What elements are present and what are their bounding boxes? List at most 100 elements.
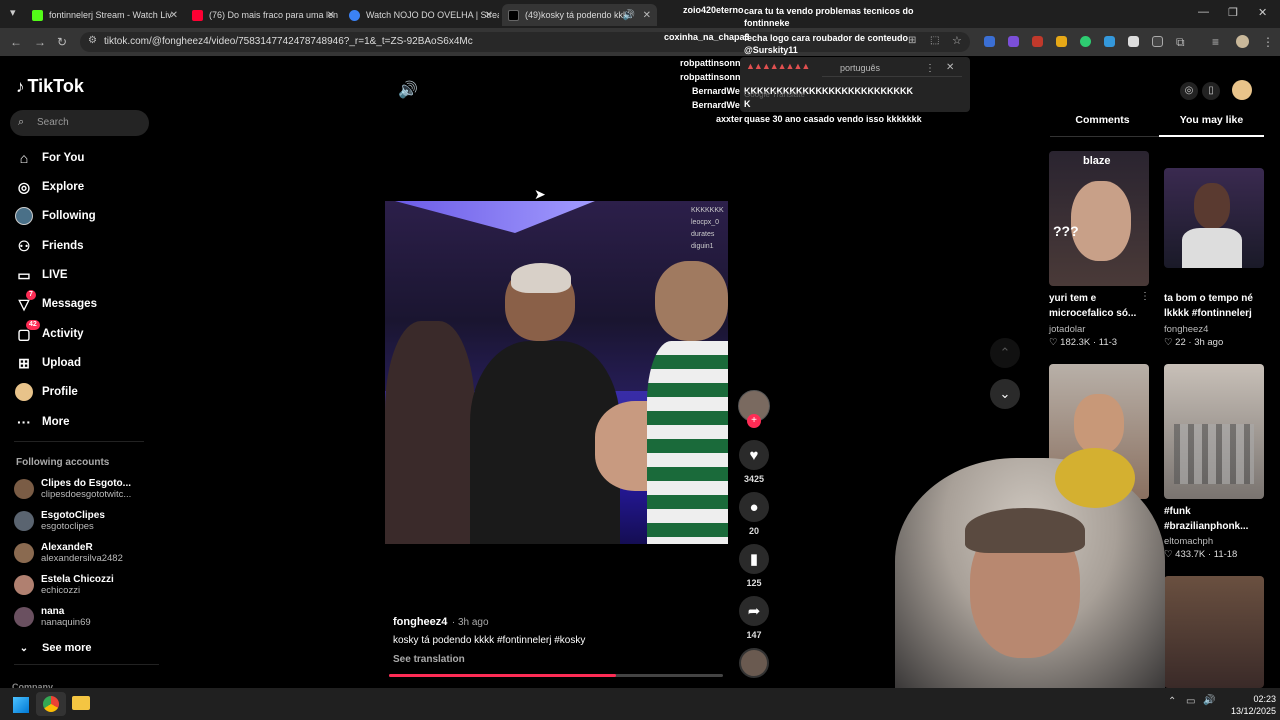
clock[interactable]: 02:23 13/12/2025 [1226, 693, 1276, 717]
scroll-up-button[interactable]: ⌃ [990, 338, 1020, 368]
restore-icon[interactable]: ❐ [1228, 6, 1238, 19]
chrome-menu-icon[interactable]: ⋮ [1262, 35, 1274, 49]
speaker-icon[interactable]: 🔊 [623, 10, 635, 21]
tray-overflow-icon[interactable]: ⌃ [1168, 696, 1176, 707]
bookmark-star-icon[interactable]: ☆ [952, 34, 962, 47]
sound-disc-button[interactable] [736, 648, 772, 678]
compass-icon[interactable]: ◎ [1180, 82, 1198, 100]
following-account[interactable]: EsgotoClipes esgotoclipes [14, 506, 105, 536]
chat-message: cara tu ta vendo problemas tecnicos do f… [744, 6, 914, 28]
see-more-button[interactable]: ⌄ See more [14, 636, 92, 660]
video-progress-bar[interactable] [389, 674, 723, 677]
windows-start-icon[interactable] [13, 697, 29, 713]
card-caption[interactable]: yuri tem e microcefalico só... [1049, 291, 1141, 321]
following-account[interactable]: nana nanaquin69 [14, 602, 91, 632]
tab-search-icon[interactable]: ▾ [10, 6, 16, 19]
see-translation-link[interactable]: See translation [393, 654, 465, 665]
search-input[interactable]: ⌕ Search [10, 110, 149, 136]
minimize-icon[interactable]: — [1198, 6, 1209, 18]
video-thumbnail[interactable] [1164, 576, 1264, 688]
nav-explore[interactable]: ◎ Explore [14, 175, 84, 199]
close-icon[interactable]: ✕ [327, 10, 335, 21]
card-author[interactable]: jotadolar [1049, 324, 1085, 335]
extension-icon[interactable] [1056, 36, 1067, 47]
scroll-down-button[interactable]: ⌄ [990, 379, 1020, 409]
extension-icon[interactable] [1080, 36, 1091, 47]
heart-icon: ♡ [1164, 337, 1176, 348]
reload-icon[interactable]: ↻ [57, 35, 67, 49]
like-count: 3425 [743, 474, 765, 484]
like-button[interactable]: ♥ 3425 [736, 440, 772, 484]
extension-icon[interactable] [1152, 36, 1163, 47]
kebab-menu-icon[interactable]: ⋮ [925, 63, 935, 74]
stream-favicon-icon [349, 9, 360, 21]
card-author[interactable]: eltomachph [1164, 536, 1213, 547]
following-account[interactable]: Estela Chicozzi echicozzi [14, 570, 114, 600]
extension-icon[interactable] [1008, 36, 1019, 47]
nav-label: Upload [42, 357, 81, 369]
extension-icon[interactable] [1128, 36, 1139, 47]
browser-tab[interactable]: (76) Do mais fraco para uma len ✕ [186, 4, 341, 26]
file-explorer-icon[interactable] [72, 696, 90, 710]
share-button[interactable]: ➦ 147 [736, 596, 772, 640]
close-icon[interactable]: ✕ [485, 10, 493, 21]
extension-icon[interactable] [984, 36, 995, 47]
nav-for-you[interactable]: ⌂ For You [14, 146, 85, 170]
extension-icon[interactable] [1032, 36, 1043, 47]
video-author[interactable]: fongheez4 [393, 616, 447, 628]
taskbar-chrome-button[interactable] [36, 692, 66, 716]
save-button[interactable]: ▮ 125 [736, 544, 772, 588]
phone-icon[interactable]: ▯ [1202, 82, 1220, 100]
thumbnail-face [1071, 181, 1131, 261]
target-language[interactable]: português [840, 63, 880, 73]
card-likes: 433.7K [1175, 549, 1206, 560]
nav-following[interactable]: Following [14, 204, 96, 228]
browser-tab[interactable]: Watch NOJO DO OVELHA | Strea ✕ [343, 4, 499, 26]
account-avatar [14, 479, 34, 499]
profile-avatar[interactable] [1232, 80, 1252, 100]
install-icon[interactable]: ⬚ [930, 35, 939, 46]
kebab-menu-icon[interactable]: ⋮ [1140, 291, 1150, 302]
card-caption[interactable]: ta bom o tempo né lkkkk #fontinnelerj [1164, 291, 1272, 321]
extension-icon[interactable] [1104, 36, 1115, 47]
video-player[interactable]: KKKKKKK leocpx_0 durates diguin1 [385, 201, 728, 544]
close-icon[interactable]: ✕ [643, 10, 651, 21]
back-icon[interactable]: ← [10, 35, 22, 49]
site-info-icon[interactable]: ⚙ [88, 35, 97, 46]
creator-avatar-button[interactable]: + [736, 390, 772, 428]
nav-more[interactable]: ··· More [14, 410, 69, 434]
nav-live[interactable]: ▭ LIVE [14, 263, 67, 287]
profile-avatar[interactable] [1236, 35, 1249, 48]
close-window-icon[interactable]: ✕ [1258, 6, 1267, 19]
browser-tab[interactable]: fontinnelerj Stream - Watch Liv ✕ [26, 4, 184, 26]
video-thumbnail[interactable]: blaze ??? [1049, 151, 1149, 286]
nav-upload[interactable]: ⊞ Upload [14, 351, 81, 375]
nav-profile[interactable]: Profile [14, 380, 78, 404]
video-thumbnail[interactable] [1164, 364, 1264, 499]
tab-comments[interactable]: Comments [1050, 114, 1155, 138]
close-icon[interactable]: ✕ [946, 62, 954, 73]
speaker-icon[interactable]: 🔊 [1203, 695, 1215, 706]
popup-divider [822, 76, 962, 77]
comment-button[interactable]: ● 20 [736, 492, 772, 536]
nav-activity[interactable]: ▢ 42 Activity [14, 320, 84, 346]
ceiling-light [395, 201, 595, 233]
browser-tab-active[interactable]: (49)kosky tá podendo kkkk 🔊 ✕ [502, 4, 657, 26]
messages-badge: 7 [26, 290, 36, 300]
follow-plus-icon[interactable]: + [747, 414, 761, 428]
card-author[interactable]: fongheez4 [1164, 324, 1208, 335]
video-caption: kosky tá podendo kkkk #fontinnelerj #kos… [393, 635, 586, 646]
tiktok-logo[interactable]: ♪ TikTok [16, 76, 84, 97]
following-account[interactable]: AlexandeR alexandersilva2482 [14, 538, 123, 568]
nav-friends[interactable]: ⚇ Friends [14, 234, 84, 258]
forward-icon[interactable]: → [34, 35, 46, 49]
network-icon[interactable]: ▭ [1186, 696, 1195, 707]
nav-messages[interactable]: ▽ 7 Messages [14, 290, 97, 316]
close-icon[interactable]: ✕ [170, 10, 178, 21]
video-thumbnail[interactable] [1164, 168, 1264, 268]
reading-list-icon[interactable]: ≡ [1212, 35, 1219, 49]
following-account[interactable]: Clipes do Esgoto... clipesdoesgototwitc..… [14, 474, 131, 504]
card-caption[interactable]: #funk #brazilianphonk... [1164, 504, 1272, 534]
volume-icon[interactable]: 🔊 [398, 80, 418, 100]
extensions-puzzle-icon[interactable]: ⧉ [1176, 35, 1185, 50]
